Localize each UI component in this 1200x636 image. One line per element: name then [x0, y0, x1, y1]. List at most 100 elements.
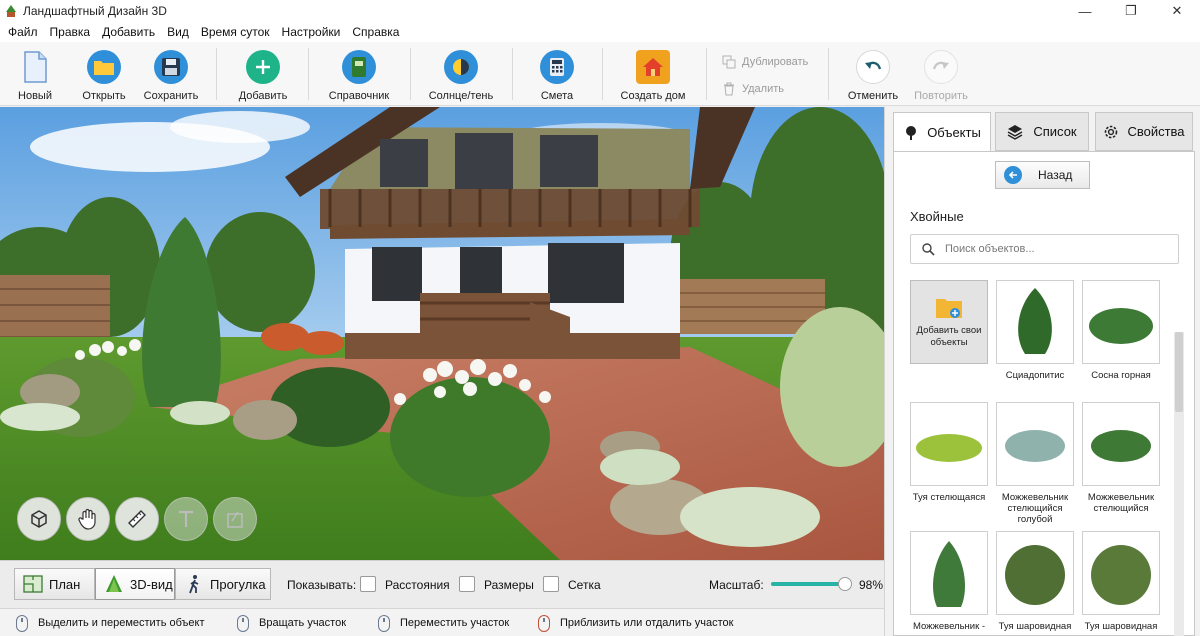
category-title: Хвойные: [910, 209, 964, 224]
sizes-label: Размеры: [484, 578, 534, 592]
rotate-scene-button[interactable]: [17, 497, 61, 541]
sun-shadow-icon: [444, 50, 478, 84]
reference-button[interactable]: Справочник: [324, 42, 394, 106]
status-zoom: Приблизить или отдалить участок: [538, 609, 733, 636]
undo-icon: [856, 50, 890, 84]
undo-button[interactable]: Отменить: [844, 42, 902, 106]
duplicate-button[interactable]: Дублировать: [722, 55, 808, 69]
scale-value: 98%: [859, 578, 884, 592]
catalog-item[interactable]: Можжевельник стелющийся: [1082, 402, 1160, 514]
text-icon: [179, 510, 193, 527]
conifer-thumbnail-icon: [1018, 288, 1052, 354]
menu-help[interactable]: Справка: [346, 25, 405, 39]
catalog-item[interactable]: Сосна горная: [1082, 280, 1160, 381]
redo-button[interactable]: Повторить: [910, 42, 972, 106]
catalog-item[interactable]: Туя шаровидная -: [1082, 531, 1160, 636]
scale-slider-knob[interactable]: [838, 577, 853, 591]
arrow-left-icon: [1004, 166, 1022, 184]
status-select-move: Выделить и переместить объект: [16, 609, 205, 636]
layers-icon: [1008, 124, 1023, 140]
estimate-button[interactable]: Смета: [530, 42, 584, 106]
house-icon: [636, 50, 670, 84]
cube-rotate-icon: [31, 510, 47, 528]
sizes-checkbox[interactable]: [459, 576, 475, 592]
scrollbar-thumb[interactable]: [1175, 332, 1183, 412]
distances-label: Расстояния: [385, 578, 450, 592]
save-button[interactable]: Сохранить: [142, 42, 200, 106]
menu-view[interactable]: Вид: [161, 25, 195, 39]
trash-icon: [724, 82, 734, 96]
measure-button[interactable]: [115, 497, 159, 541]
status-bar: Выделить и переместить объект Вращать уч…: [0, 608, 884, 636]
close-button[interactable]: ✕: [1154, 0, 1200, 22]
search-input[interactable]: [945, 243, 1165, 255]
floppy-icon: [154, 50, 188, 84]
menu-bar: Файл Правка Добавить Вид Время суток Нас…: [0, 22, 1200, 42]
folder-add-icon: [936, 299, 962, 318]
new-document-icon: [18, 50, 52, 84]
catalog-item[interactable]: Можжевельник стелющийся голубой: [996, 402, 1074, 525]
scale-slider-fill: [771, 582, 846, 586]
hand-icon: [78, 508, 96, 530]
groundcover-thumbnail-icon: [1005, 430, 1065, 462]
3d-viewport[interactable]: [0, 107, 884, 560]
scale-slider[interactable]: [771, 577, 853, 591]
scale-label: Масштаб:: [709, 578, 764, 592]
delete-button[interactable]: Удалить: [722, 82, 784, 96]
catalog-item[interactable]: Туя шаровидная -: [996, 531, 1074, 636]
groundcover-thumbnail-icon: [916, 434, 982, 462]
pan-button[interactable]: [66, 497, 110, 541]
3d-view-button[interactable]: 3D-вид: [95, 568, 175, 600]
duplicate-icon: [722, 55, 736, 69]
tab-list[interactable]: Список: [995, 112, 1089, 151]
distances-checkbox[interactable]: [360, 576, 376, 592]
globe-thuja-thumbnail-icon: [1091, 545, 1151, 605]
back-button[interactable]: Назад: [995, 161, 1090, 189]
walking-person-icon: [189, 575, 199, 594]
tree-icon: [906, 125, 917, 140]
gear-icon: [1105, 125, 1118, 138]
sun-shadow-button[interactable]: Солнце/тень: [426, 42, 496, 106]
conifer-thumbnail-icon: [933, 541, 965, 607]
add-own-objects-button[interactable]: Добавить свои объекты: [910, 280, 988, 364]
open-button[interactable]: Открыть: [78, 42, 130, 106]
create-house-button[interactable]: Создать дом: [614, 42, 692, 106]
catalog-item[interactable]: Можжевельник -: [910, 531, 988, 632]
show-label: Показывать:: [287, 578, 357, 592]
catalog-scrollbar[interactable]: [1174, 332, 1184, 636]
annotation-tool-button[interactable]: [213, 497, 257, 541]
maximize-button[interactable]: ❐: [1108, 0, 1154, 22]
search-icon: [922, 243, 935, 256]
plan-view-button[interactable]: План: [14, 568, 95, 600]
new-button[interactable]: Новый: [10, 42, 60, 106]
status-rotate: Вращать участок: [237, 609, 346, 636]
shrub-thumbnail-icon: [1089, 308, 1153, 344]
grid-label: Сетка: [568, 578, 601, 592]
tab-objects[interactable]: Объекты: [893, 112, 991, 152]
minimize-button[interactable]: —: [1062, 0, 1108, 22]
app-logo-icon: [4, 4, 18, 18]
catalog-item[interactable]: Туя стелющаяся: [910, 402, 988, 503]
groundcover-thumbnail-icon: [1091, 430, 1151, 462]
walk-view-button[interactable]: Прогулка: [175, 568, 271, 600]
menu-edit[interactable]: Правка: [44, 25, 97, 39]
menu-time-of-day[interactable]: Время суток: [195, 25, 276, 39]
ruler-icon: [128, 510, 146, 528]
menu-file[interactable]: Файл: [2, 25, 44, 39]
grid-checkbox[interactable]: [543, 576, 559, 592]
tab-properties[interactable]: Свойства: [1095, 112, 1193, 151]
plus-icon: [246, 50, 280, 84]
annotation-icon: [227, 511, 243, 528]
plan-icon: [23, 575, 43, 593]
globe-thuja-thumbnail-icon: [1005, 545, 1065, 605]
status-move: Переместить участок: [378, 609, 509, 636]
toolbar: Новый Открыть Сохранить Добавить Справоч…: [0, 42, 1200, 106]
search-box[interactable]: [910, 234, 1179, 264]
mouse-middle-icon: [378, 614, 390, 632]
menu-add[interactable]: Добавить: [96, 25, 161, 39]
text-tool-button[interactable]: [164, 497, 208, 541]
view-mode-bar: План 3D-вид Прогулка Показывать: Расстоя…: [0, 560, 884, 608]
catalog-item[interactable]: Сциадопитис: [996, 280, 1074, 381]
add-button[interactable]: Добавить: [234, 42, 292, 106]
menu-settings[interactable]: Настройки: [276, 25, 347, 39]
